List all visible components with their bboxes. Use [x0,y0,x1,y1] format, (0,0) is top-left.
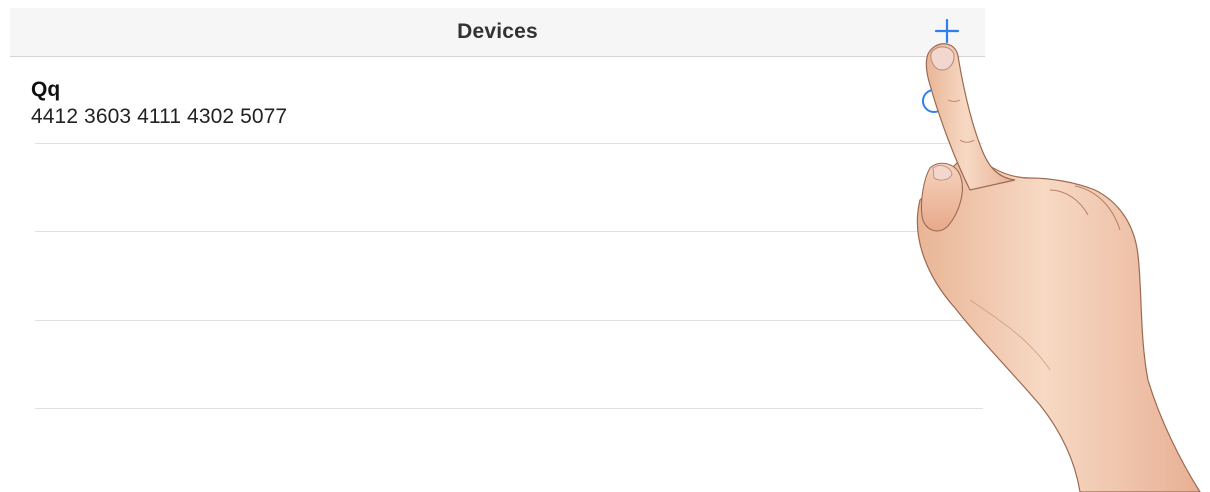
plus-icon [934,18,960,44]
devices-screen: Devices Qq 4412 3603 4111 4302 5077 [0,0,1210,492]
device-id: 4412 3603 4111 4302 5077 [31,105,288,128]
row-separator [35,408,983,409]
empty-row [35,321,983,408]
device-row[interactable]: Qq 4412 3603 4111 4302 5077 [0,57,985,144]
device-list: Qq 4412 3603 4111 4302 5077 [0,57,985,144]
add-device-button[interactable] [930,14,964,48]
device-name: Qq [31,78,61,101]
info-icon[interactable] [922,89,946,113]
empty-row [35,144,983,231]
empty-row [35,232,983,319]
page-title: Devices [457,20,538,43]
navigation-bar: Devices [10,8,985,57]
